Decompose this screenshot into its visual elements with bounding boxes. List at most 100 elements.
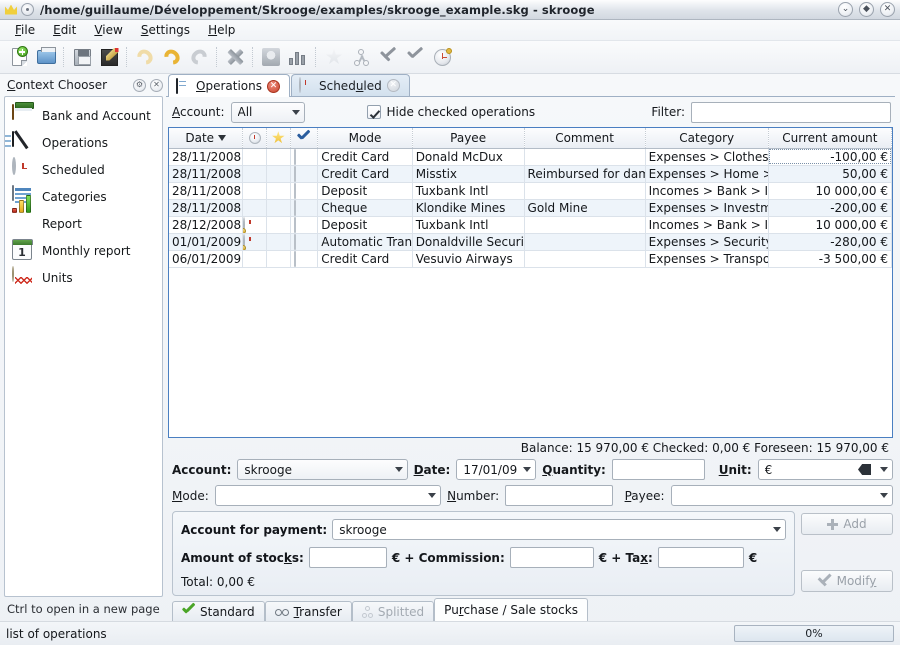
filter-input[interactable] bbox=[691, 102, 891, 123]
tab-purchase-sale-stocks[interactable]: Purchase / Sale stocks bbox=[434, 598, 588, 621]
panel-close-icon[interactable]: ✕ bbox=[150, 79, 163, 92]
add-button[interactable]: Add bbox=[801, 513, 893, 535]
menu-view[interactable]: View bbox=[85, 21, 131, 39]
cell-checked[interactable] bbox=[290, 216, 318, 233]
cell-checked[interactable] bbox=[290, 199, 318, 216]
chart-button[interactable] bbox=[285, 44, 311, 70]
cell-checked[interactable] bbox=[290, 165, 318, 182]
delete-button[interactable] bbox=[222, 44, 248, 70]
bookmark-star-button[interactable] bbox=[321, 44, 347, 70]
tab-scheduled[interactable]: Scheduled ✕ bbox=[291, 74, 410, 96]
cell-comment: Gold Mine bbox=[524, 199, 645, 216]
column-header-checked[interactable] bbox=[290, 128, 318, 148]
split-operation-button[interactable] bbox=[348, 44, 374, 70]
form-payee-select[interactable] bbox=[671, 485, 893, 506]
column-header-payee[interactable]: Payee bbox=[412, 128, 524, 148]
cell-comment bbox=[524, 216, 645, 233]
sidebar-item-scheduled[interactable]: Scheduled bbox=[7, 156, 160, 183]
menu-edit[interactable]: Edit bbox=[44, 21, 85, 39]
column-header-comment[interactable]: Comment bbox=[524, 128, 645, 148]
clock-icon bbox=[243, 217, 245, 233]
column-header-category[interactable]: Category bbox=[645, 128, 768, 148]
clear-icon[interactable] bbox=[858, 464, 871, 475]
cell-checked[interactable] bbox=[290, 250, 318, 267]
table-row[interactable]: 28/12/2008 Deposit Tuxbank Intl Incomes … bbox=[169, 216, 892, 233]
tools-button[interactable] bbox=[258, 44, 284, 70]
calendar-day-number: 1 bbox=[12, 240, 32, 260]
commission-input[interactable] bbox=[510, 547, 594, 568]
account-filter-value: All bbox=[238, 105, 286, 119]
hide-checked-operations-checkbox[interactable]: HHide checked operations bbox=[367, 105, 536, 119]
sidebar-item-bank-and-account[interactable]: Bank and Account bbox=[7, 102, 160, 129]
toolbar-separator bbox=[315, 47, 317, 67]
menu-help[interactable]: Help bbox=[199, 21, 244, 39]
table-row[interactable]: 28/11/2008 Credit Card Donald McDux Expe… bbox=[169, 148, 892, 165]
tab-transfer[interactable]: Transfer bbox=[265, 601, 352, 621]
tab-operations[interactable]: Operations ✕ bbox=[168, 74, 290, 97]
mark-checked-button[interactable] bbox=[375, 44, 401, 70]
form-mode-select[interactable] bbox=[215, 485, 441, 506]
tab-scheduled-label: Scheduled bbox=[319, 79, 382, 93]
cell-checked[interactable] bbox=[290, 233, 318, 250]
tab-operations-rest: perations bbox=[205, 79, 262, 93]
cell-bookmark bbox=[266, 165, 290, 182]
print-button[interactable] bbox=[33, 44, 59, 70]
undo-button[interactable] bbox=[132, 44, 158, 70]
column-header-date[interactable]: Date bbox=[169, 128, 243, 148]
cell-date: 28/12/2008 bbox=[169, 216, 243, 233]
cell-checked[interactable] bbox=[290, 148, 318, 165]
new-document-button[interactable] bbox=[6, 44, 32, 70]
form-account-label: Account: bbox=[172, 463, 231, 477]
form-unit-select[interactable]: € bbox=[758, 459, 893, 480]
close-icon[interactable]: ✕ bbox=[387, 79, 400, 92]
undo-all-button[interactable] bbox=[159, 44, 185, 70]
cell-mode: Credit Card bbox=[318, 165, 412, 182]
account-filter-select[interactable]: All bbox=[231, 102, 305, 123]
amount-of-stocks-input[interactable] bbox=[309, 547, 387, 568]
table-row[interactable]: 28/11/2008 Credit Card Misstix Reimburse… bbox=[169, 165, 892, 182]
scheduled-button[interactable] bbox=[429, 44, 455, 70]
form-number-input[interactable] bbox=[505, 485, 612, 506]
table-row[interactable]: 28/11/2008 Deposit Tuxbank Intl Incomes … bbox=[169, 182, 892, 199]
sidebar-item-report[interactable]: Report bbox=[7, 210, 160, 237]
shade-button[interactable]: ⌄ bbox=[838, 2, 853, 17]
keep-above-button[interactable]: ◆ bbox=[859, 2, 874, 17]
cell-checked[interactable] bbox=[290, 182, 318, 199]
form-quantity-input[interactable] bbox=[612, 459, 705, 480]
table-row[interactable]: 28/11/2008 Cheque Klondike Mines Gold Mi… bbox=[169, 199, 892, 216]
redo-button[interactable] bbox=[186, 44, 212, 70]
tab-standard[interactable]: Standard bbox=[172, 601, 265, 621]
sidebar-item-monthly-report[interactable]: 1 Monthly report bbox=[7, 237, 160, 264]
close-button[interactable]: ✕ bbox=[880, 2, 895, 17]
operations-table: Date Mode Payee Comment Category Current… bbox=[169, 128, 892, 268]
split-icon bbox=[362, 606, 373, 618]
form-account-select[interactable]: skrooge bbox=[237, 459, 407, 480]
form-date-input[interactable]: 17/01/09 bbox=[456, 459, 536, 480]
account-for-payment-select[interactable]: skrooge bbox=[332, 519, 786, 540]
save-as-button[interactable] bbox=[96, 44, 122, 70]
column-header-current-amount[interactable]: Current amount bbox=[768, 128, 891, 148]
tax-input[interactable] bbox=[658, 547, 744, 568]
sidebar-item-operations[interactable]: Operations bbox=[7, 129, 160, 156]
scheduled-icon bbox=[299, 78, 314, 93]
cell-payee: Misstix bbox=[412, 165, 524, 182]
table-row[interactable]: 01/01/2009 Automatic Transf Donaldville … bbox=[169, 233, 892, 250]
menu-settings[interactable]: Settings bbox=[132, 21, 199, 39]
column-header-bookmark[interactable] bbox=[266, 128, 290, 148]
sidebar-item-units[interactable]: Units bbox=[7, 264, 160, 291]
chevron-down-icon bbox=[523, 467, 531, 472]
panel-config-icon[interactable]: ⚙ bbox=[133, 79, 146, 92]
purchase-sale-stocks-panel: Account for payment: skrooge Amount of s… bbox=[172, 511, 795, 596]
close-icon[interactable]: ✕ bbox=[267, 80, 280, 93]
form-quantity-text: uantity: bbox=[552, 463, 605, 477]
modify-button[interactable]: Modify bbox=[801, 570, 893, 592]
window-menu-icon[interactable] bbox=[21, 3, 34, 16]
table-row[interactable]: 06/01/2009 Credit Card Vesuvio Airways E… bbox=[169, 250, 892, 267]
column-header-mode[interactable]: Mode bbox=[318, 128, 412, 148]
menu-file[interactable]: File bbox=[6, 21, 44, 39]
check-icon bbox=[818, 576, 832, 587]
cell-amount: 10 000,00 € bbox=[768, 216, 891, 233]
mark-not-checked-button[interactable] bbox=[402, 44, 428, 70]
save-button[interactable] bbox=[69, 44, 95, 70]
column-header-scheduled[interactable] bbox=[243, 128, 267, 148]
